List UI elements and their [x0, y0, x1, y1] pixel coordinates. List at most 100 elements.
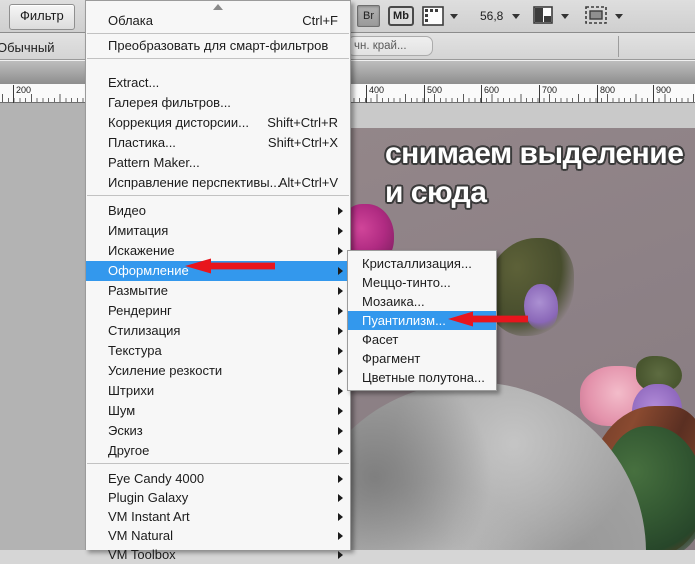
- ruler-label: 400: [365, 85, 385, 103]
- menu-item-label: Искажение: [108, 243, 175, 258]
- submenu-arrow-icon: [338, 287, 343, 295]
- menu-scroll-up-icon[interactable]: [213, 4, 223, 10]
- menu-separator: [87, 463, 349, 464]
- menu-item-label: Видео: [108, 203, 146, 218]
- submenu-item-mosaic[interactable]: Мозаика...: [348, 292, 496, 311]
- menu-item-label: Цветные полутона...: [362, 370, 485, 385]
- submenu-arrow-icon: [338, 407, 343, 415]
- submenu-arrow-icon: [338, 307, 343, 315]
- arrange-documents-icon[interactable]: [533, 6, 553, 29]
- submenu-arrow-icon: [338, 247, 343, 255]
- menu-item-label: Шум: [108, 403, 136, 418]
- caption-line-2: и сюда: [385, 176, 487, 209]
- menu-item-sharpen[interactable]: Усиление резкости: [86, 361, 350, 381]
- submenu-item-color-halftone[interactable]: Цветные полутона...: [348, 368, 496, 387]
- submenu-arrow-icon: [338, 447, 343, 455]
- menu-item-vm-instant-art[interactable]: VM Instant Art: [86, 507, 350, 526]
- menu-item-lens-correction[interactable]: Коррекция дисторсии... Shift+Ctrl+R: [86, 113, 350, 133]
- filmstrip-icon[interactable]: [422, 6, 444, 31]
- arrange-dropdown-arrow-icon[interactable]: [561, 14, 569, 19]
- filmstrip-dropdown-arrow-icon[interactable]: [450, 14, 458, 19]
- zoom-dropdown-arrow-icon[interactable]: [512, 14, 520, 19]
- menu-item-blur[interactable]: Размытие: [86, 281, 350, 301]
- menu-item-vm-natural[interactable]: VM Natural: [86, 526, 350, 545]
- menu-item-label: Оформление: [108, 263, 189, 278]
- menu-item-other[interactable]: Другое: [86, 441, 350, 461]
- menu-item-video[interactable]: Видео: [86, 201, 350, 221]
- menu-shortcut: Alt+Ctrl+V: [278, 175, 338, 190]
- menu-separator: [87, 195, 349, 196]
- menu-item-artistic[interactable]: Имитация: [86, 221, 350, 241]
- screen-mode-icon[interactable]: [585, 6, 607, 29]
- menu-item-filter-gallery[interactable]: Галерея фильтров...: [86, 93, 350, 113]
- menu-item-clouds[interactable]: Облака Ctrl+F: [86, 11, 350, 31]
- menu-item-label: Мозаика...: [362, 294, 425, 309]
- submenu-item-mezzotint[interactable]: Меццо-тинто...: [348, 273, 496, 292]
- menu-item-brush-strokes[interactable]: Штрихи: [86, 381, 350, 401]
- red-arrow-pixelate: [185, 258, 275, 274]
- menu-item-label: Другое: [108, 443, 150, 458]
- mini-bridge-button[interactable]: Mb: [388, 6, 414, 26]
- submenu-arrow-icon: [338, 475, 343, 483]
- menu-shortcut: Ctrl+F: [302, 13, 338, 28]
- submenu-item-facet[interactable]: Фасет: [348, 330, 496, 349]
- submenu-item-crystallize[interactable]: Кристаллизация...: [348, 254, 496, 273]
- menu-item-label: VM Toolbox: [108, 547, 176, 562]
- menu-item-label: Эскиз: [108, 423, 143, 438]
- submenu-arrow-icon: [338, 347, 343, 355]
- menu-item-label: Штрихи: [108, 383, 155, 398]
- menu-item-eye-candy[interactable]: Eye Candy 4000: [86, 469, 350, 488]
- menu-item-label: Размытие: [108, 283, 169, 298]
- menu-item-label: VM Instant Art: [108, 509, 190, 524]
- refine-edge-button[interactable]: чн. край...: [347, 36, 433, 56]
- menu-item-stylize[interactable]: Стилизация: [86, 321, 350, 341]
- ruler-label: 800: [596, 85, 616, 103]
- caption-line-1: снимаем выделение: [385, 137, 684, 170]
- red-arrow-pointillize: [448, 311, 528, 327]
- ruler-label: 900: [652, 85, 672, 103]
- blend-mode-value[interactable]: Обычный: [0, 40, 54, 55]
- menu-item-label: Кристаллизация...: [362, 256, 472, 271]
- submenu-arrow-icon: [338, 327, 343, 335]
- menu-item-label: Галерея фильтров...: [108, 95, 231, 110]
- menu-item-sketch[interactable]: Эскиз: [86, 421, 350, 441]
- submenu-arrow-icon: [338, 267, 343, 275]
- screen-mode-dropdown-arrow-icon[interactable]: [615, 14, 623, 19]
- menu-item-label: Имитация: [108, 223, 169, 238]
- menu-item-convert-smart-filters[interactable]: Преобразовать для смарт-фильтров: [86, 36, 350, 56]
- menu-shortcut: Shift+Ctrl+R: [267, 115, 338, 130]
- menu-separator: [87, 58, 349, 59]
- submenu-arrow-icon: [338, 551, 343, 559]
- submenu-arrow-icon: [338, 387, 343, 395]
- menu-item-plugin-galaxy[interactable]: Plugin Galaxy: [86, 488, 350, 507]
- submenu-arrow-icon: [338, 532, 343, 540]
- menu-item-label: Преобразовать для смарт-фильтров: [108, 38, 329, 53]
- bridge-button[interactable]: Br: [357, 5, 380, 27]
- submenu-arrow-icon: [338, 207, 343, 215]
- ruler-label: 700: [538, 85, 558, 103]
- menu-item-label: Исправление перспективы...: [108, 175, 281, 190]
- menu-item-render[interactable]: Рендеринг: [86, 301, 350, 321]
- menu-item-label: Фрагмент: [362, 351, 421, 366]
- menu-item-noise[interactable]: Шум: [86, 401, 350, 421]
- submenu-item-fragment[interactable]: Фрагмент: [348, 349, 496, 368]
- menu-item-liquify[interactable]: Пластика... Shift+Ctrl+X: [86, 133, 350, 153]
- menu-item-extract[interactable]: Extract...: [86, 73, 350, 93]
- submenu-arrow-icon: [338, 427, 343, 435]
- menu-item-vanishing-point[interactable]: Исправление перспективы... Alt+Ctrl+V: [86, 173, 350, 193]
- filter-menu-button[interactable]: Фильтр: [9, 4, 75, 30]
- menu-item-vm-toolbox[interactable]: VM Toolbox: [86, 545, 350, 564]
- menu-item-label: Усиление резкости: [108, 363, 223, 378]
- menu-item-label: Коррекция дисторсии...: [108, 115, 250, 130]
- submenu-arrow-icon: [338, 227, 343, 235]
- menu-item-label: Фасет: [362, 332, 399, 347]
- filter-dropdown-menu: Облака Ctrl+F Преобразовать для смарт-фи…: [85, 0, 351, 562]
- ruler-label: 600: [480, 85, 500, 103]
- submenu-arrow-icon: [338, 494, 343, 502]
- menu-item-label: Меццо-тинто...: [362, 275, 451, 290]
- menu-item-pattern-maker[interactable]: Pattern Maker...: [86, 153, 350, 173]
- menu-item-texture[interactable]: Текстура: [86, 341, 350, 361]
- zoom-level-value[interactable]: 56,8: [480, 9, 503, 23]
- menu-item-label: Extract...: [108, 75, 160, 90]
- menu-item-label: Стилизация: [108, 323, 181, 338]
